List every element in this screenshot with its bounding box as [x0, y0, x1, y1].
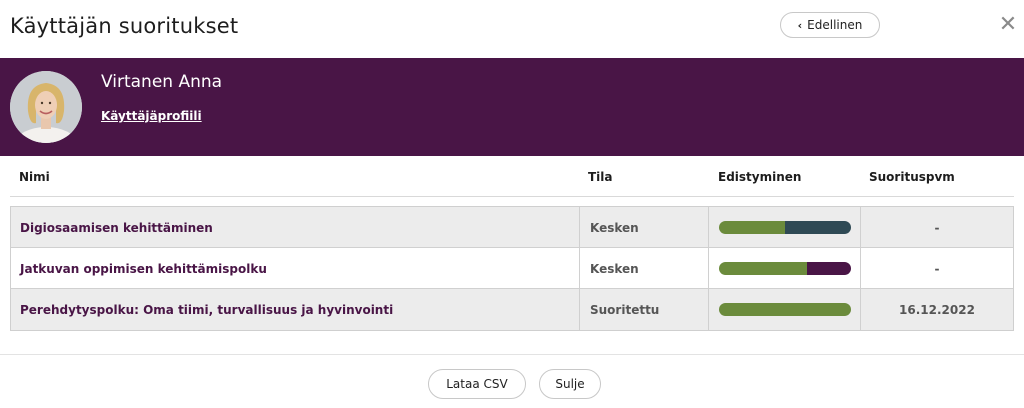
download-csv-button[interactable]: Lataa CSV — [428, 369, 526, 399]
previous-button[interactable]: ‹ Edellinen — [780, 12, 880, 38]
date-cell: 16.12.2022 — [860, 289, 1013, 330]
header-divider — [10, 196, 1014, 197]
table-row: Jatkuvan oppimisen kehittämispolku Keske… — [11, 248, 1013, 289]
close-button[interactable]: Sulje — [539, 369, 601, 399]
column-header-progress[interactable]: Edistyminen — [718, 170, 801, 184]
chevron-left-icon: ‹ — [797, 18, 803, 32]
previous-button-label: Edellinen — [807, 18, 863, 32]
date-cell: - — [860, 207, 1013, 248]
table-row: Digiosaamisen kehittäminen Kesken - — [11, 207, 1013, 248]
course-name[interactable]: Digiosaamisen kehittäminen — [11, 207, 579, 248]
user-name: Virtanen Anna — [101, 72, 223, 92]
table-row: Perehdytyspolku: Oma tiimi, turvallisuus… — [11, 289, 1013, 330]
profile-band: Virtanen Anna Käyttäjäprofiili — [0, 58, 1024, 156]
footer-divider — [0, 354, 1024, 355]
progress-bar — [719, 262, 851, 275]
profile-link[interactable]: Käyttäjäprofiili — [101, 109, 202, 123]
progress-bar — [719, 221, 851, 234]
progress-remaining — [785, 221, 851, 234]
status-cell: Suoritettu — [579, 289, 708, 330]
column-header-status[interactable]: Tila — [588, 170, 613, 184]
progress-fill — [719, 221, 785, 234]
progress-remaining — [807, 262, 851, 275]
status-cell: Kesken — [579, 248, 708, 289]
progress-cell — [708, 207, 860, 248]
progress-cell — [708, 289, 860, 330]
progress-cell — [708, 248, 860, 289]
avatar — [10, 71, 82, 143]
close-icon[interactable]: ✕ — [996, 12, 1020, 37]
column-header-name[interactable]: Nimi — [19, 170, 50, 184]
progress-bar — [719, 303, 851, 316]
progress-fill — [719, 303, 851, 316]
progress-fill — [719, 262, 808, 275]
column-header-date[interactable]: Suorituspvm — [869, 170, 955, 184]
course-name[interactable]: Jatkuvan oppimisen kehittämispolku — [11, 248, 579, 289]
modal-title: Käyttäjän suoritukset — [10, 14, 239, 38]
date-cell: - — [860, 248, 1013, 289]
status-cell: Kesken — [579, 207, 708, 248]
modal-header: Käyttäjän suoritukset ‹ Edellinen ✕ — [0, 0, 1024, 58]
results-table: Digiosaamisen kehittäminen Kesken - Jatk… — [10, 206, 1014, 331]
course-name[interactable]: Perehdytyspolku: Oma tiimi, turvallisuus… — [11, 289, 579, 330]
